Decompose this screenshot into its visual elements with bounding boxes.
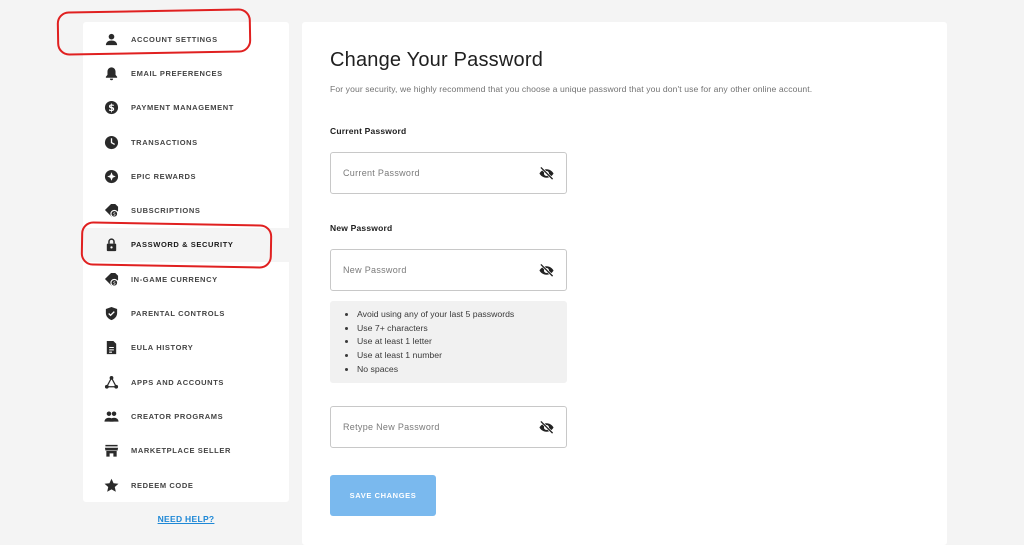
sidebar-item-label: TRANSACTIONS [131, 137, 198, 147]
svg-text:$: $ [108, 103, 115, 114]
password-rule: Use 7+ characters [357, 322, 567, 336]
sidebar-item-redeem-code[interactable]: REDEEM CODE [83, 468, 289, 502]
person-icon [103, 31, 119, 47]
sidebar-item-label: EULA HISTORY [131, 343, 194, 353]
password-rule: Avoid using any of your last 5 passwords [357, 308, 567, 322]
people-icon [103, 408, 119, 424]
sidebar-item-email-preferences[interactable]: EMAIL PREFERENCES [83, 56, 289, 90]
current-password-label: Current Password [330, 126, 407, 136]
bell-icon [103, 65, 119, 81]
rewards-icon [103, 168, 119, 184]
lock-icon [103, 237, 119, 253]
svg-text:$: $ [112, 280, 115, 286]
sidebar-item-label: CREATOR PROGRAMS [131, 411, 224, 421]
store-icon [103, 443, 119, 459]
sidebar-item-label: SUBSCRIPTIONS [131, 206, 201, 216]
sidebar-item-epic-rewards[interactable]: EPIC REWARDS [83, 159, 289, 193]
star-icon [103, 477, 119, 493]
new-password-label: New Password [330, 223, 393, 233]
page-subtitle: For your security, we highly recommend t… [330, 84, 813, 94]
sidebar-item-creator-programs[interactable]: CREATOR PROGRAMS [83, 399, 289, 433]
retype-password-field [330, 406, 567, 448]
dollar-icon: $ [103, 100, 119, 116]
sidebar: ACCOUNT SETTINGS EMAIL PREFERENCES $ PAY… [83, 22, 289, 502]
sidebar-item-parental-controls[interactable]: PARENTAL CONTROLS [83, 296, 289, 330]
sidebar-item-subscriptions[interactable]: $ SUBSCRIPTIONS [83, 193, 289, 227]
tag-icon: $ [103, 203, 119, 219]
sidebar-item-label: ACCOUNT SETTINGS [131, 34, 218, 44]
shield-icon [103, 306, 119, 322]
nodes-icon [103, 374, 119, 390]
sidebar-item-label: EMAIL PREFERENCES [131, 68, 223, 78]
main-panel: Change Your Password For your security, … [302, 22, 947, 545]
sidebar-item-eula-history[interactable]: EULA HISTORY [83, 331, 289, 365]
sidebar-item-label: APPS AND ACCOUNTS [131, 377, 224, 387]
document-icon [103, 340, 119, 356]
password-rules: Avoid using any of your last 5 passwords… [330, 301, 567, 383]
eye-slash-icon[interactable] [538, 262, 554, 278]
sidebar-item-payment-management[interactable]: $ PAYMENT MANAGEMENT [83, 91, 289, 125]
eye-slash-icon[interactable] [538, 419, 554, 435]
sidebar-item-account-settings[interactable]: ACCOUNT SETTINGS [83, 22, 289, 56]
new-password-input[interactable] [343, 265, 538, 275]
sidebar-item-label: IN-GAME CURRENCY [131, 274, 218, 284]
sidebar-item-apps-and-accounts[interactable]: APPS AND ACCOUNTS [83, 365, 289, 399]
sidebar-item-label: MARKETPLACE SELLER [131, 446, 231, 456]
sidebar-item-label: REDEEM CODE [131, 480, 194, 490]
sidebar-item-password-security[interactable]: PASSWORD & SECURITY [83, 227, 289, 263]
password-rule: Use at least 1 number [357, 349, 567, 363]
sidebar-item-label: PARENTAL CONTROLS [131, 309, 225, 319]
current-password-input[interactable] [343, 168, 538, 178]
sidebar-item-label: PAYMENT MANAGEMENT [131, 103, 234, 113]
sidebar-item-marketplace-seller[interactable]: MARKETPLACE SELLER [83, 434, 289, 468]
svg-text:$: $ [112, 212, 115, 218]
password-rule: No spaces [357, 363, 567, 377]
eye-slash-icon[interactable] [538, 165, 554, 181]
current-password-field [330, 152, 567, 194]
currency-tag-icon: $ [103, 271, 119, 287]
clock-icon [103, 134, 119, 150]
sidebar-item-label: PASSWORD & SECURITY [131, 240, 234, 250]
sidebar-item-in-game-currency[interactable]: $ IN-GAME CURRENCY [83, 262, 289, 296]
page-title: Change Your Password [330, 49, 544, 71]
password-rule: Use at least 1 letter [357, 335, 567, 349]
save-changes-button[interactable]: SAVE CHANGES [330, 475, 436, 516]
new-password-field [330, 249, 567, 291]
retype-password-input[interactable] [343, 422, 538, 432]
sidebar-item-transactions[interactable]: TRANSACTIONS [83, 125, 289, 159]
sidebar-item-label: EPIC REWARDS [131, 171, 197, 181]
need-help-link[interactable]: NEED HELP? [83, 514, 289, 524]
